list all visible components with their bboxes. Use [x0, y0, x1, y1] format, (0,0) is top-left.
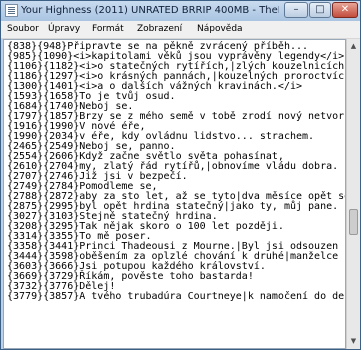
menu-soubor[interactable]: Soubor — [7, 23, 39, 36]
vertical-scrollbar[interactable]: ▲ ▼ — [346, 39, 360, 349]
title-bar[interactable]: Your Highness (2011) UNRATED BRRIP 400MB… — [1, 1, 360, 21]
scroll-thumb[interactable] — [349, 209, 358, 235]
menu-upravy[interactable]: Úpravy — [48, 23, 80, 36]
text-editor[interactable]: {838}{948}Připravte se na pěkně zvrácený… — [3, 39, 346, 349]
menu-bar: Soubor Úpravy Formát Zobrazení Nápověda — [1, 21, 360, 39]
minimize-button[interactable]: – — [284, 2, 308, 18]
notepad-window: Your Highness (2011) UNRATED BRRIP 400MB… — [0, 0, 361, 350]
menu-zobrazeni[interactable]: Zobrazení — [137, 23, 182, 36]
window-title: Your Highness (2011) UNRATED BRRIP 400MB… — [21, 5, 279, 16]
menu-napoveda[interactable]: Nápověda — [197, 23, 243, 36]
scroll-up-arrow-icon[interactable]: ▲ — [348, 40, 359, 52]
scroll-down-arrow-icon[interactable]: ▼ — [348, 335, 359, 347]
close-button[interactable]: ✕ — [332, 2, 358, 18]
text-line: {3779}{3857}A tvého trubadúra Courtneye|… — [7, 291, 345, 302]
notepad-icon — [5, 4, 18, 17]
menu-format[interactable]: Formát — [92, 23, 124, 36]
maximize-button[interactable]: □ — [309, 2, 331, 18]
